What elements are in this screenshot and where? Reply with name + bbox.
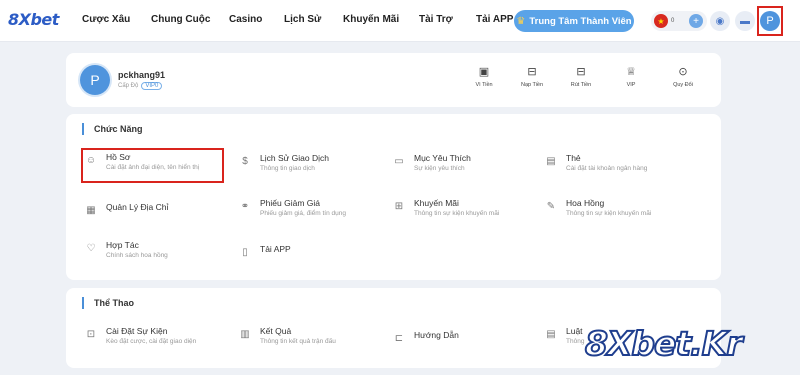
user-avatar-button[interactable]: P xyxy=(757,6,783,36)
item-subtitle: Sự kiện yêu thích xyxy=(414,165,465,172)
results-icon: ▥ xyxy=(240,329,250,340)
username: pckhang91 xyxy=(118,70,166,80)
card-button[interactable]: ▬ xyxy=(735,11,755,31)
vietnam-flag-icon: ★ xyxy=(654,14,668,28)
member-center-label: Trung Tâm Thành Viên xyxy=(529,15,632,27)
item-title: Cài Đặt Sự Kiện xyxy=(106,326,168,336)
quick-action-label: Quy Đổi xyxy=(673,82,693,88)
item-title: Mục Yêu Thích xyxy=(414,153,471,163)
coupon-icon: ⚭ xyxy=(240,201,250,212)
address-icon: ▦ xyxy=(86,205,96,216)
quick-action-vip[interactable]: ♕ VIP xyxy=(611,66,651,88)
highlight-box xyxy=(81,148,224,183)
withdraw-icon: ⊟ xyxy=(576,66,586,78)
logo[interactable]: 8Xbet xyxy=(8,10,59,29)
item-title: Luật xyxy=(566,326,583,336)
wallet-balance[interactable]: ★ 0 + xyxy=(651,11,707,31)
level-label: Cấp Độ xyxy=(118,83,139,89)
menu-item-cards[interactable]: ▤ Thẻ Cài đặt tài khoản ngân hàng xyxy=(544,153,647,172)
section-title-functions: Chức Năng xyxy=(82,123,143,135)
quick-action-label: Rút Tiền xyxy=(570,82,592,88)
menu-item-coupons[interactable]: ⚭ Phiếu Giảm Giá Phiếu giảm giá, điểm tín… xyxy=(238,198,346,217)
menu-item-address[interactable]: ▦ Quản Lý Địa Chỉ xyxy=(84,202,168,218)
item-subtitle: Thông tin sự kiện khuyến mãi xyxy=(566,210,652,217)
section-title-sports: Thể Thao xyxy=(82,297,134,309)
add-funds-icon[interactable]: + xyxy=(689,14,703,28)
bookmark-icon: ▭ xyxy=(394,156,404,167)
item-title: Quản Lý Địa Chỉ xyxy=(106,202,169,212)
item-subtitle: Thông tin sự kiện khuyến mãi xyxy=(414,210,500,217)
item-title: Kết Quả xyxy=(260,326,292,336)
item-subtitle: Thông tin kết quả trận đấu xyxy=(260,338,336,345)
nav-item-casino[interactable]: Casino xyxy=(229,14,262,25)
deposit-icon: ⊟ xyxy=(527,66,537,78)
quick-action-wallet[interactable]: ▣ Vì Tiền xyxy=(464,66,504,88)
money-bag-icon: ◉ xyxy=(715,15,725,27)
item-title: Hợp Tác xyxy=(106,240,139,250)
level-row: Cấp Độ VIP0 xyxy=(118,82,163,90)
nav-item-cuoc-xau[interactable]: Cược Xâu xyxy=(82,14,130,25)
watermark-logo: 8Xbet.Kr xyxy=(584,323,744,364)
functions-card: Chức Năng ☺ Hồ Sơ Cài đặt ảnh đại diện, t… xyxy=(66,114,721,280)
item-title: Lịch Sử Giao Dịch xyxy=(260,153,329,163)
commission-icon: ✎ xyxy=(546,201,556,212)
gift-icon: ⊞ xyxy=(394,201,404,212)
item-title: Hướng Dẫn xyxy=(414,330,459,340)
item-subtitle: Thông xyxy=(566,338,585,345)
menu-item-promotions[interactable]: ⊞ Khuyến Mãi Thông tin sự kiện khuyến mãi xyxy=(392,198,500,217)
exchange-icon: ⊙ xyxy=(678,66,688,78)
wallet-icon: ▣ xyxy=(478,66,490,78)
menu-item-partnership[interactable]: ♡ Hợp Tác Chính sách hoa hồng xyxy=(84,240,168,259)
rules-icon: ▤ xyxy=(546,329,556,340)
item-subtitle: Cài đặt tài khoản ngân hàng xyxy=(566,165,648,172)
quick-action-withdraw[interactable]: ⊟ Rút Tiền xyxy=(561,66,601,88)
item-subtitle: Thông tin giao dịch xyxy=(260,165,315,172)
nav-item-tai-app[interactable]: Tải APP xyxy=(476,14,513,25)
guide-icon: ⊏ xyxy=(394,333,404,344)
balance-value: 0 xyxy=(671,18,675,24)
menu-item-rules[interactable]: ▤ Luật Thông xyxy=(544,326,584,345)
menu-item-transaction-history[interactable]: $ Lịch Sử Giao Dịch Thông tin giao dịch xyxy=(238,153,329,172)
quick-action-deposit[interactable]: ⊟ Nạp Tiền xyxy=(512,66,552,88)
event-settings-icon: ⊡ xyxy=(86,329,96,340)
crown-icon: ♕ xyxy=(626,66,636,78)
money-bag-button[interactable]: ◉ xyxy=(710,11,730,31)
menu-item-guide[interactable]: ⊏ Hướng Dẫn xyxy=(392,330,459,346)
item-subtitle: Phiếu giảm giá, điểm tín dụng xyxy=(260,210,346,217)
menu-item-download-app[interactable]: ▯ Tải APP xyxy=(238,244,291,260)
download-app-icon: ▯ xyxy=(242,247,248,258)
transaction-icon: $ xyxy=(242,156,248,167)
nav-item-khuyen-mai[interactable]: Khuyến Mãi xyxy=(343,14,399,25)
quick-action-label: Nạp Tiền xyxy=(520,82,543,88)
item-title: Phiếu Giảm Giá xyxy=(260,198,320,208)
item-title: Thẻ xyxy=(566,153,581,163)
menu-item-commission[interactable]: ✎ Hoa Hồng Thông tin sự kiện khuyến mãi xyxy=(544,198,652,217)
menu-item-favorites[interactable]: ▭ Mục Yêu Thích Sự kiện yêu thích xyxy=(392,153,471,172)
menu-item-event-settings[interactable]: ⊡ Cài Đặt Sự Kiện Kèo đặt cược, cài đặt g… xyxy=(84,326,196,345)
quick-action-label: Vì Tiền xyxy=(475,82,493,88)
item-title: Hoa Hồng xyxy=(566,198,605,208)
card-icon: ▬ xyxy=(740,15,750,27)
item-subtitle: Kèo đặt cược, cài đặt giao diện xyxy=(106,338,197,345)
card-icon: ▤ xyxy=(546,156,556,167)
quick-action-exchange[interactable]: ⊙ Quy Đổi xyxy=(663,66,703,88)
item-title: Khuyến Mãi xyxy=(414,198,459,208)
nav-item-tai-tro[interactable]: Tài Trợ xyxy=(419,14,453,25)
quick-action-label: VIP xyxy=(626,82,636,88)
profile-card: P pckhang91 Cấp Độ VIP0 ▣ Vì Tiền ⊟ Nạp … xyxy=(66,53,721,107)
menu-item-results[interactable]: ▥ Kết Quả Thông tin kết quả trận đấu xyxy=(238,326,336,345)
vip-badge: VIP0 xyxy=(141,82,163,90)
nav-item-lich-su[interactable]: Lịch Sử xyxy=(284,14,321,25)
handshake-icon: ♡ xyxy=(86,243,96,254)
crown-icon: ♛ xyxy=(516,15,526,27)
nav-item-chung-cuoc[interactable]: Chung Cuộc xyxy=(151,14,210,25)
item-subtitle: Chính sách hoa hồng xyxy=(106,252,168,259)
top-navigation-bar: 8Xbet Cược Xâu Chung Cuộc Casino Lịch Sử… xyxy=(0,0,800,42)
item-title: Tải APP xyxy=(260,244,291,254)
profile-avatar[interactable]: P xyxy=(80,65,110,95)
avatar: P xyxy=(760,11,780,31)
member-center-button[interactable]: ♛ Trung Tâm Thành Viên xyxy=(514,10,634,32)
